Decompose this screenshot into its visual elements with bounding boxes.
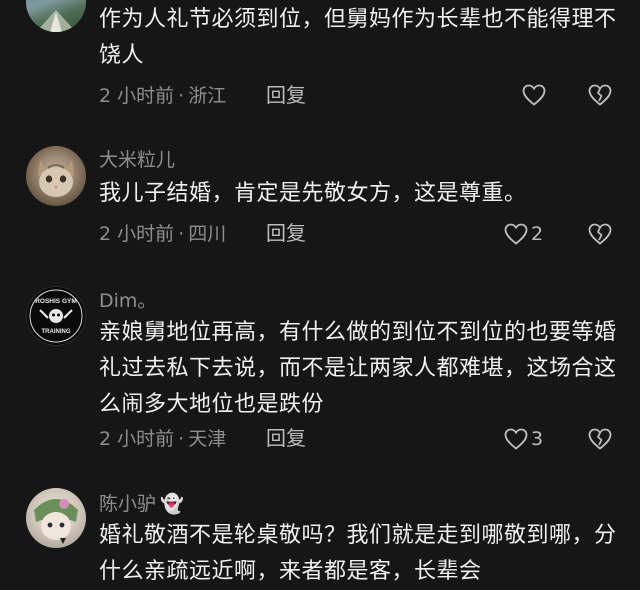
like-count: 3 bbox=[531, 428, 544, 450]
cat-avatar-image bbox=[38, 160, 74, 197]
avatar-image bbox=[36, 10, 76, 32]
comment-time: 2 小时前 bbox=[99, 85, 175, 107]
dislike-button[interactable] bbox=[588, 81, 614, 109]
comment-time: 2 小时前 bbox=[99, 223, 175, 245]
comment-time: 2 小时前 bbox=[99, 428, 175, 450]
comment-text: 亲娘舅地位再高，有什么做的到位不到位的也要等婚礼过去私下去说，而不是让两家人都难… bbox=[99, 320, 617, 417]
comment-username[interactable]: 陈小驴 👻 bbox=[99, 492, 184, 516]
heart-icon bbox=[522, 84, 546, 106]
dislike-button[interactable] bbox=[588, 220, 614, 248]
like-count: 2 bbox=[531, 223, 544, 245]
comment-text: 我儿子结婚，肯定是先敬女方，这是尊重。 bbox=[99, 181, 527, 206]
comment-meta: 2 小时前 · 天津 bbox=[99, 427, 226, 451]
meta-separator: · bbox=[178, 85, 185, 107]
broken-heart-icon bbox=[588, 223, 612, 245]
meta-separator: · bbox=[178, 428, 185, 450]
avatar[interactable]: ROSHIS GYM TRAINING bbox=[26, 286, 86, 346]
gym-logo-avatar-image: ROSHIS GYM TRAINING bbox=[29, 289, 83, 343]
comment-location: 四川 bbox=[188, 223, 227, 245]
avatar[interactable] bbox=[26, 146, 86, 206]
comment-text: 婚礼敬酒不是轮桌敬吗？我们就是走到哪敬到哪，分什么亲疏远近啊，来者都是客，长辈会 bbox=[99, 523, 617, 584]
comment-location: 浙江 bbox=[188, 85, 227, 107]
heart-icon bbox=[504, 428, 528, 450]
comment-username[interactable]: 大米粒儿 bbox=[99, 148, 175, 172]
ghost-emoji: 👻 bbox=[160, 493, 184, 515]
heart-icon bbox=[504, 223, 528, 245]
username-text: 陈小驴 bbox=[99, 493, 157, 515]
anime-avatar-image bbox=[34, 499, 78, 544]
comment-meta: 2 小时前 · 浙江 bbox=[99, 84, 226, 108]
reply-button[interactable]: 回复 bbox=[266, 426, 306, 450]
comment-username[interactable]: Dim。 bbox=[99, 289, 156, 313]
reply-button[interactable]: 回复 bbox=[266, 83, 306, 107]
avatar[interactable] bbox=[26, 488, 86, 548]
dislike-button[interactable] bbox=[588, 425, 614, 453]
reply-button[interactable]: 回复 bbox=[266, 221, 306, 245]
like-button[interactable]: 2 bbox=[504, 220, 543, 248]
broken-heart-icon bbox=[588, 428, 612, 450]
avatar-logo-top-text: ROSHIS GYM bbox=[35, 298, 77, 305]
avatar[interactable] bbox=[26, 0, 86, 32]
avatar-logo-bottom-text: TRAINING bbox=[42, 329, 71, 335]
like-button[interactable]: 3 bbox=[504, 425, 543, 453]
comment-text: 作为人礼节必须到位，但舅妈作为长辈也不能得理不饶人 bbox=[99, 7, 617, 68]
broken-heart-icon bbox=[588, 84, 612, 106]
comment-meta: 2 小时前 · 四川 bbox=[99, 222, 226, 246]
comment-location: 天津 bbox=[188, 428, 227, 450]
meta-separator: · bbox=[178, 223, 185, 245]
like-button[interactable] bbox=[522, 81, 546, 109]
